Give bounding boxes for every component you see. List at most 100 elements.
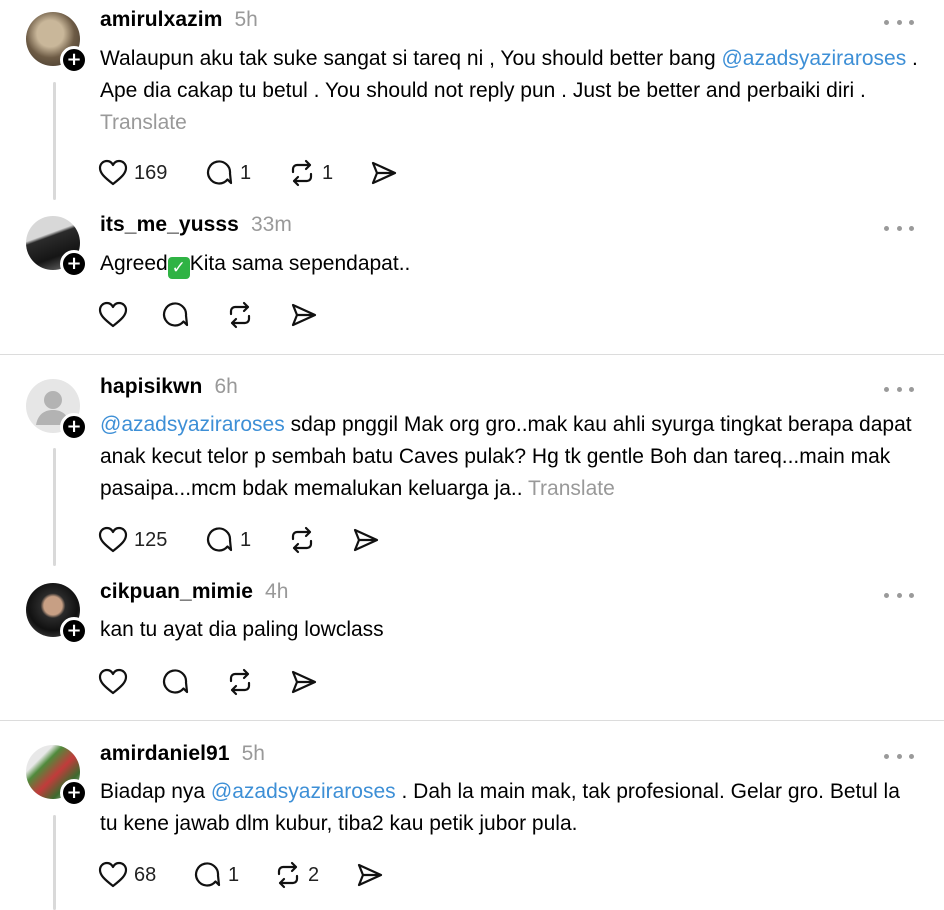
divider [0,354,944,355]
more-options-icon[interactable] [884,17,914,27]
post-text: Walaupun aku tak suke sangat si tareq ni… [100,43,920,139]
send-icon [357,863,383,887]
post-text: Agreed ✓ Kita sama sependapat.. [100,248,920,280]
follow-plus-icon[interactable]: + [60,250,88,278]
share-button[interactable] [290,300,318,330]
repost-icon [291,526,313,554]
reply-count: 1 [228,863,240,886]
like-button[interactable]: 68 [98,860,156,890]
repost-button[interactable]: 1 [288,158,333,188]
like-button[interactable]: 125 [98,525,167,555]
post-text: kan tu ayat dia paling lowclass [100,614,920,646]
repost-button[interactable]: 2 [274,860,319,890]
avatar[interactable]: + [26,583,88,645]
mention-link[interactable]: @azadsyaziraroses [100,413,285,436]
username[interactable]: cikpuan_mimie [100,580,253,604]
share-button[interactable] [352,525,380,555]
post-text: @azadsyaziraroses sdap pnggil Mak org gr… [100,409,920,505]
post-header: hapisikwn 6h [100,375,238,405]
follow-plus-icon[interactable]: + [60,779,88,807]
repost-icon [291,159,313,187]
repost-button[interactable] [226,300,254,330]
thread-line [53,82,56,200]
avatar[interactable]: + [26,12,88,74]
reply-button[interactable]: 1 [206,525,251,555]
share-button[interactable] [356,860,384,890]
text-segment: kan tu ayat dia paling lowclass [100,618,384,641]
comment-icon [206,160,233,185]
share-button[interactable] [290,667,318,697]
mention-link[interactable]: @azadsyaziraroses [211,780,396,803]
timestamp: 6h [214,375,238,398]
share-button[interactable] [370,158,398,188]
reply-button[interactable]: 1 [194,860,239,890]
heart-icon [98,301,128,328]
reply-button[interactable] [162,667,190,697]
more-options-icon[interactable] [884,223,914,233]
comment-icon [162,669,189,694]
timestamp: 4h [265,580,289,603]
text-segment: Agreed [100,252,168,275]
text-segment: Biadap nya [100,780,211,803]
send-icon [291,303,317,327]
heart-icon [98,159,128,186]
reply-count: 1 [240,528,252,551]
repost-count: 2 [308,863,320,886]
send-icon [291,670,317,694]
post-header: its_me_yusss 33m [100,213,292,243]
send-icon [371,161,397,185]
heart-icon [98,668,128,695]
like-button[interactable]: 169 [98,158,167,188]
username[interactable]: amirdaniel91 [100,742,230,766]
like-count: 125 [134,528,168,551]
heart-icon [98,526,128,553]
reply-feed: + amirulxazim 5h Walaupun aku tak suke s… [0,0,944,910]
post-header: amirulxazim 5h [100,8,258,38]
timestamp: 5h [241,742,265,765]
post-text: Biadap nya @azadsyaziraroses . Dah la ma… [100,776,920,840]
comment-icon [162,302,189,327]
avatar[interactable]: + [26,745,88,807]
post-header: cikpuan_mimie 4h [100,580,288,610]
post-header: amirdaniel91 5h [100,742,265,772]
timestamp: 5h [234,8,258,31]
repost-button[interactable] [288,525,316,555]
thread-line [53,448,56,566]
repost-icon [277,861,299,889]
repost-count: 1 [322,161,334,184]
like-count: 68 [134,863,157,886]
like-button[interactable] [98,300,128,330]
timestamp: 33m [250,213,292,236]
like-count: 169 [134,161,168,184]
avatar[interactable]: + [26,216,88,278]
reply-button[interactable]: 1 [206,158,251,188]
translate-link[interactable]: Translate [100,111,187,134]
translate-link[interactable]: Translate [528,477,615,500]
reply-button[interactable] [162,300,190,330]
comment-icon [194,862,221,887]
heart-icon [98,861,128,888]
thread-line [53,815,56,910]
repost-button[interactable] [226,667,254,697]
repost-icon [229,301,251,329]
more-options-icon[interactable] [884,384,914,394]
divider [0,720,944,721]
more-options-icon[interactable] [884,590,914,600]
comment-icon [206,527,233,552]
follow-plus-icon[interactable]: + [60,413,88,441]
avatar[interactable]: + [26,379,88,441]
username[interactable]: its_me_yusss [100,213,239,237]
mention-link[interactable]: @azadsyaziraroses [721,47,906,70]
repost-icon [229,668,251,696]
follow-plus-icon[interactable]: + [60,617,88,645]
send-icon [353,528,379,552]
reply-count: 1 [240,161,252,184]
more-options-icon[interactable] [884,751,914,761]
username[interactable]: amirulxazim [100,8,223,32]
text-segment: Walaupun aku tak suke sangat si tareq ni… [100,47,722,70]
username[interactable]: hapisikwn [100,375,202,399]
text-segment: Kita sama sependapat.. [189,252,411,275]
like-button[interactable] [98,667,128,697]
follow-plus-icon[interactable]: + [60,46,88,74]
check-emoji: ✓ [167,257,190,279]
